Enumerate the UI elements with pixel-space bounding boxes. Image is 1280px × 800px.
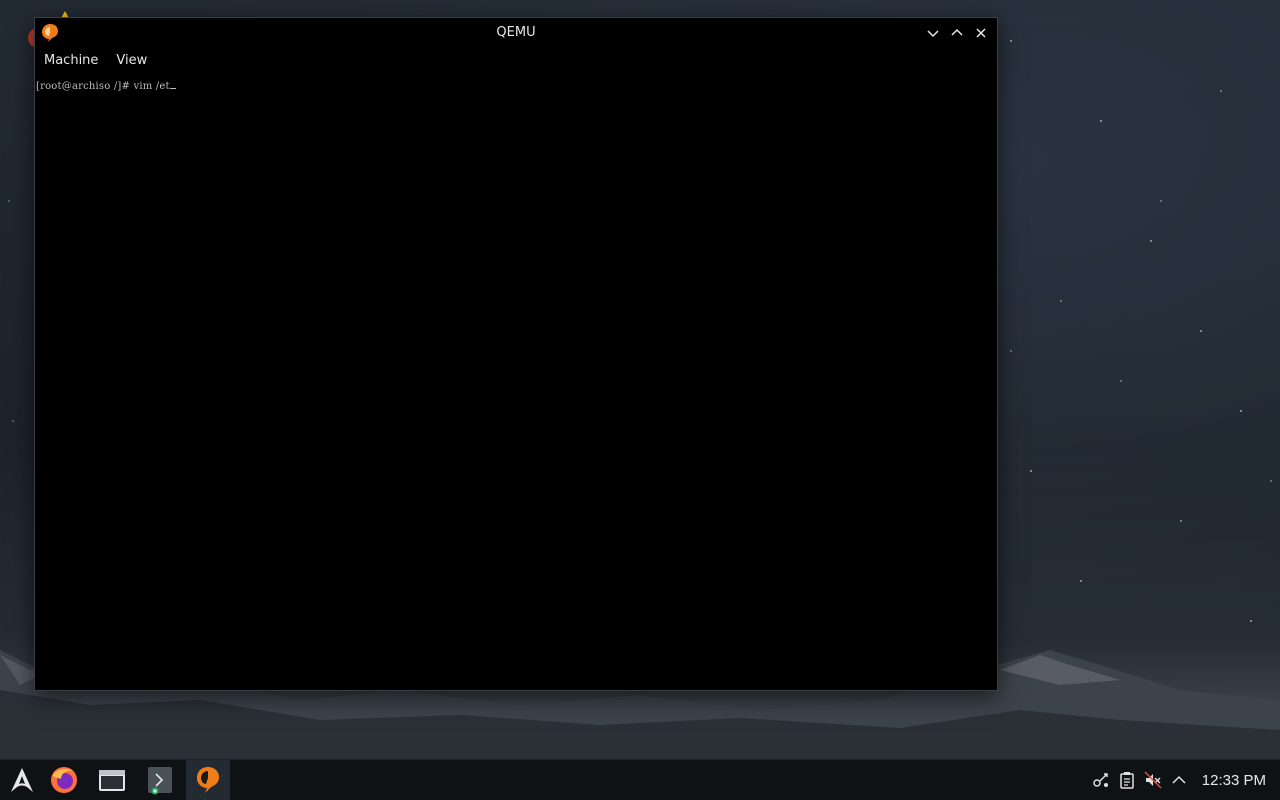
network-icon [1093, 773, 1108, 787]
qemu-icon [197, 767, 219, 793]
firefox-icon [51, 767, 77, 793]
clock[interactable]: 12:33 PM [1192, 772, 1280, 789]
taskbar: 12:33 PM [0, 759, 1280, 800]
maximize-button[interactable] [948, 24, 966, 42]
console-prompt-line: [root@archiso /]# vim /et [36, 78, 997, 94]
system-tray: 12:33 PM [1088, 760, 1280, 800]
tray-network[interactable] [1088, 760, 1114, 800]
window-title: QEMU [496, 25, 536, 40]
taskbar-qemu[interactable] [186, 760, 230, 800]
menu-view[interactable]: View [107, 49, 156, 73]
tray-volume[interactable] [1140, 760, 1166, 800]
console-text: [root@archiso /]# vim /et [36, 81, 170, 92]
close-icon [976, 28, 986, 38]
clipboard-icon [1120, 772, 1134, 789]
taskbar-firefox[interactable] [42, 760, 86, 800]
menu-machine[interactable]: Machine [35, 49, 107, 73]
taskbar-file-manager[interactable] [90, 760, 134, 800]
vm-console[interactable]: [root@archiso /]# vim /et [35, 78, 997, 690]
chevron-up-icon [1172, 775, 1186, 784]
tray-clipboard[interactable] [1114, 760, 1140, 800]
window-menubar: Machine View [35, 49, 997, 73]
chevron-down-icon [927, 30, 939, 38]
window-titlebar[interactable]: QEMU [35, 18, 997, 48]
terminal-icon [148, 767, 172, 795]
tray-expand[interactable] [1166, 760, 1192, 800]
taskbar-terminal[interactable] [138, 760, 182, 800]
folder-icon [99, 770, 125, 791]
arch-logo-icon [11, 768, 33, 792]
volume-muted-icon [1144, 771, 1162, 789]
minimize-button[interactable] [924, 24, 942, 42]
text-cursor [169, 78, 176, 89]
app-launcher-button[interactable] [0, 760, 44, 800]
qemu-window: QEMU Machine View [root@archiso /]# vim … [34, 17, 998, 691]
close-button[interactable] [972, 24, 990, 42]
chevron-up-icon [951, 28, 963, 36]
